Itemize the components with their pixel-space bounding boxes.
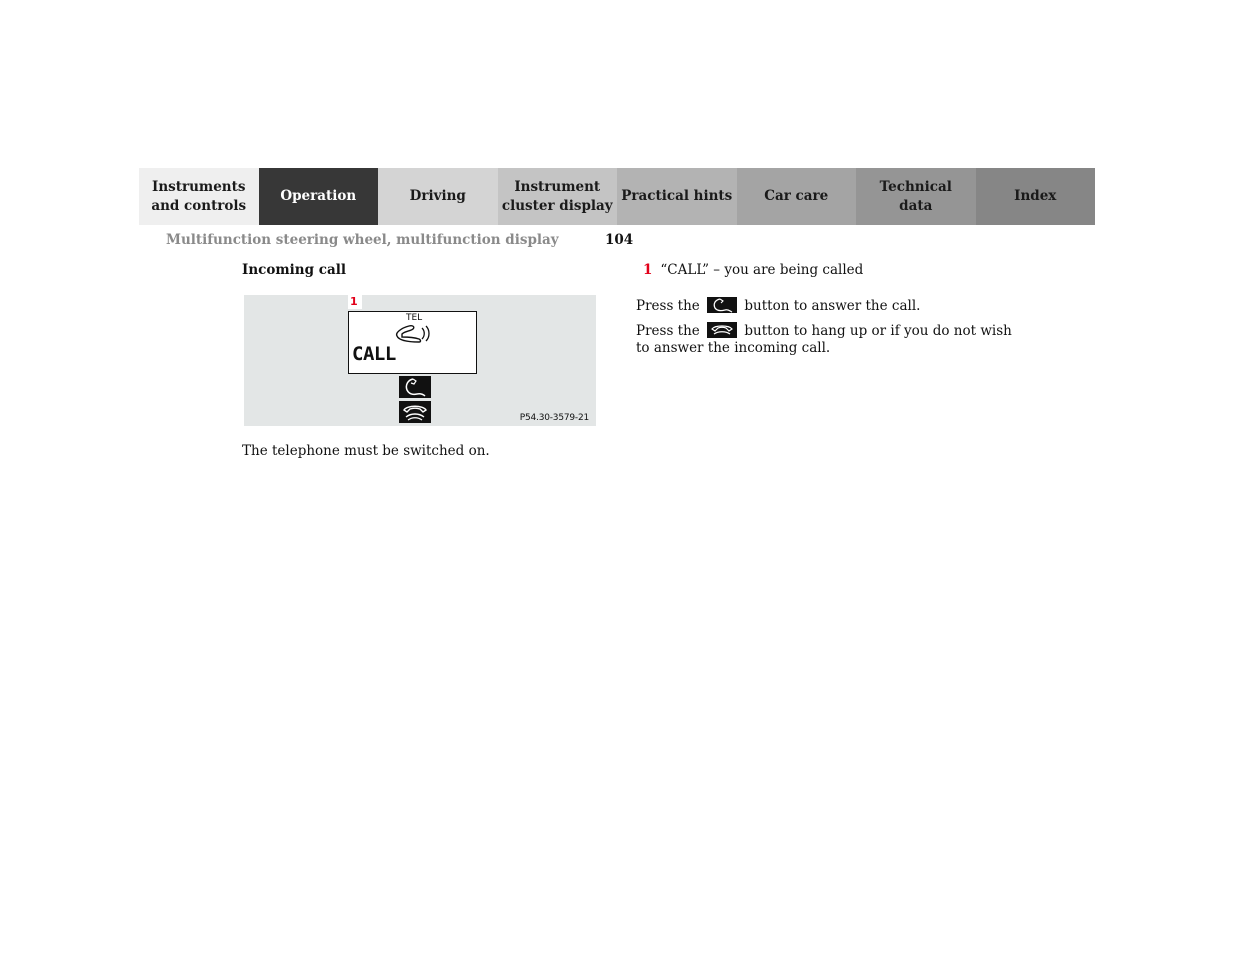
- display-call-text: CALL: [352, 343, 396, 365]
- tab-label: and controls: [151, 197, 247, 214]
- tab-index[interactable]: Index: [975, 168, 1095, 225]
- tab-label: Practical hints: [621, 188, 733, 204]
- figure-reference: P54.30-3579-21: [519, 413, 589, 423]
- answer-call-button[interactable]: [399, 376, 431, 398]
- instruction-text: Press the: [636, 323, 700, 339]
- note-text: The telephone must be switched on.: [242, 443, 490, 459]
- tab-label: Operation: [280, 188, 357, 204]
- callout-marker: 1: [348, 295, 362, 309]
- instruction-text: Press the: [636, 298, 700, 314]
- tab-label: Car care: [764, 188, 829, 204]
- hangup-instruction: Press the button to hang up or if you do…: [636, 322, 1012, 357]
- instruction-text: to answer the incoming call.: [636, 340, 831, 356]
- tab-label: Driving: [409, 188, 466, 204]
- legend-text: “CALL” – you are being called: [660, 262, 864, 278]
- running-head: Multifunction steering wheel, multifunct…: [166, 232, 559, 248]
- tab-instrument-cluster-display[interactable]: Instrument cluster display: [497, 168, 617, 225]
- tab-practical-hints[interactable]: Practical hints: [617, 168, 737, 225]
- end-call-button[interactable]: [399, 401, 431, 423]
- phone-answer-icon: [713, 298, 733, 313]
- legend-number: 1: [643, 262, 653, 278]
- multifunction-display: TEL CALL: [348, 311, 477, 374]
- display-illustration: 1 TEL CALL P54.30-3579-21: [244, 295, 596, 426]
- phone-hangup-icon: [711, 325, 733, 335]
- instruction-text: button to hang up or if you do not wish: [744, 323, 1012, 339]
- phone-hangup-icon: [403, 405, 427, 421]
- tab-instruments-and-controls[interactable]: Instruments and controls: [139, 168, 259, 225]
- tab-operation[interactable]: Operation: [258, 168, 378, 225]
- tab-driving[interactable]: Driving: [378, 168, 498, 225]
- tab-label: Instruments: [152, 178, 246, 195]
- instruction-text: button to answer the call.: [744, 298, 921, 314]
- page-number: 104: [605, 232, 634, 248]
- tab-label: Instrument: [514, 178, 601, 195]
- legend-item: 1 “CALL” – you are being called: [643, 262, 863, 279]
- section-title: Incoming call: [242, 262, 346, 278]
- tab-label: data: [899, 197, 933, 214]
- answer-instruction: Press the button to answer the call.: [636, 297, 920, 315]
- ringing-phone-icon: [395, 325, 430, 343]
- answer-button-glyph: [707, 297, 738, 313]
- tab-label: Technical: [879, 178, 952, 195]
- tab-label: cluster display: [501, 197, 613, 214]
- chapter-nav: Instruments and controls Operation Drivin…: [139, 168, 1095, 225]
- tab-car-care[interactable]: Car care: [736, 168, 856, 225]
- tab-label: Index: [1014, 188, 1057, 204]
- phone-answer-icon: [405, 378, 426, 397]
- hangup-button-glyph: [707, 322, 738, 338]
- tab-technical-data[interactable]: Technical data: [856, 168, 976, 225]
